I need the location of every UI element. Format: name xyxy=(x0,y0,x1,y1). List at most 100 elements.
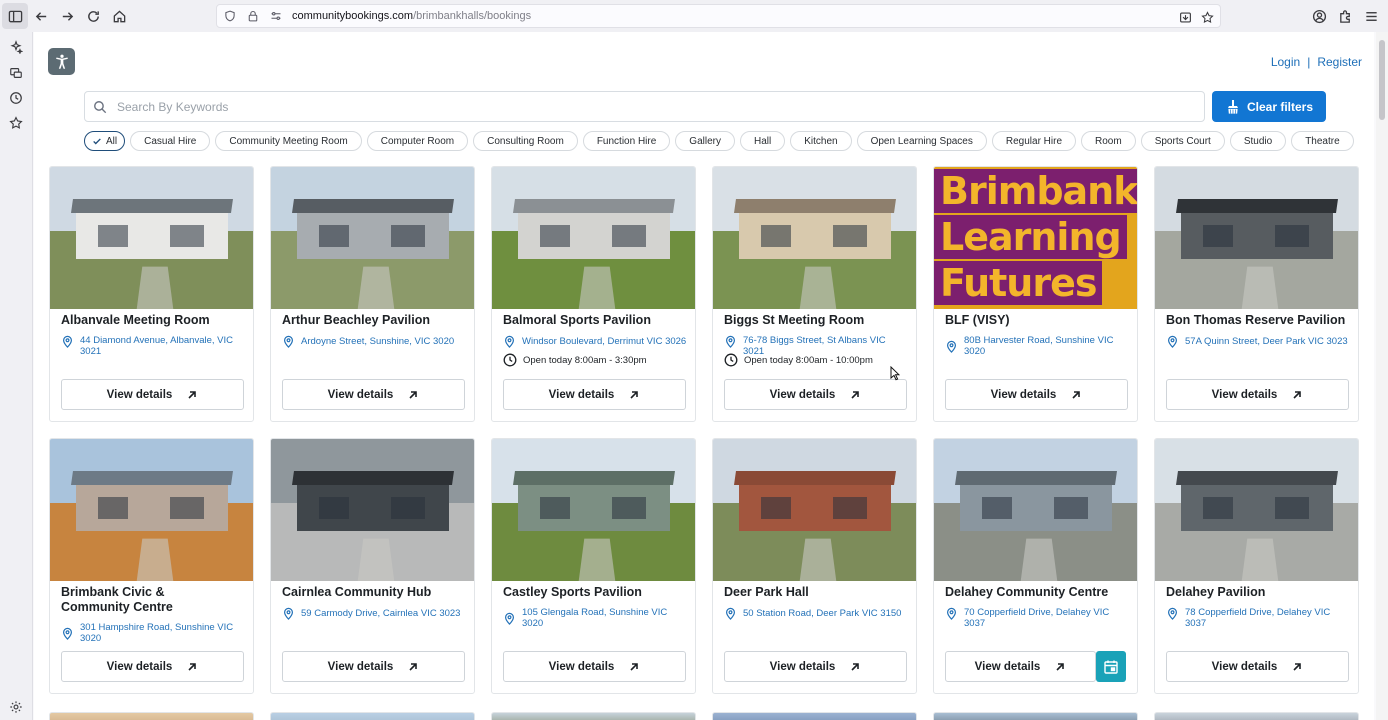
synced-tabs-icon[interactable] xyxy=(4,61,28,85)
view-details-button[interactable]: View details xyxy=(1166,651,1349,682)
filter-chip[interactable]: Community Meeting Room xyxy=(215,131,362,151)
venue-address[interactable]: 70 Copperfield Drive, Delahey VIC 3037 xyxy=(945,607,1130,629)
venue-name[interactable]: Delahey Pavilion xyxy=(1166,585,1351,600)
venue-name[interactable]: Delahey Community Centre xyxy=(945,585,1130,600)
venue-card-partial[interactable] xyxy=(491,712,696,720)
venue-address[interactable]: 301 Hampshire Road, Sunshine VIC 3020 xyxy=(61,622,246,644)
venue-card-partial[interactable] xyxy=(49,712,254,720)
sidebar-toggle-icon[interactable] xyxy=(2,3,28,29)
venue-address[interactable]: 50 Station Road, Deer Park VIC 3150 xyxy=(724,607,909,620)
venue-photo[interactable] xyxy=(271,439,474,581)
venue-card-partial[interactable] xyxy=(712,712,917,720)
venue-name[interactable]: BLF (VISY) xyxy=(945,313,1130,328)
scrollbar-thumb[interactable] xyxy=(1379,40,1385,120)
venue-name[interactable]: Brimbank Civic & Community Centre xyxy=(61,585,236,615)
venue-address[interactable]: 80B Harvester Road, Sunshine VIC 3020 xyxy=(945,335,1130,357)
filter-chip[interactable]: Kitchen xyxy=(790,131,852,151)
filter-chip[interactable]: Casual Hire xyxy=(130,131,211,151)
view-details-button[interactable]: View details xyxy=(945,651,1096,682)
reader-view-icon[interactable] xyxy=(1176,8,1194,26)
menu-icon[interactable] xyxy=(1358,3,1384,29)
venue-address[interactable]: 78 Copperfield Drive, Delahey VIC 3037 xyxy=(1166,607,1351,629)
venue-photo[interactable] xyxy=(1155,167,1358,309)
venue-card[interactable]: Deer Park Hall 50 Station Road, Deer Park… xyxy=(712,438,917,694)
venue-card[interactable]: Arthur Beachley Pavilion Ardoyne Street, … xyxy=(270,166,475,422)
venue-name[interactable]: Castley Sports Pavilion xyxy=(503,585,688,600)
venue-name[interactable]: Deer Park Hall xyxy=(724,585,909,600)
venue-address[interactable]: 59 Carmody Drive, Cairnlea VIC 3023 xyxy=(282,607,467,620)
view-details-button[interactable]: View details xyxy=(61,651,244,682)
view-details-button[interactable]: View details xyxy=(282,379,465,410)
venue-address[interactable]: 105 Glengala Road, Sunshine VIC 3020 xyxy=(503,607,688,629)
venue-card[interactable]: Brimbank Learning Futures BLF (VISY) 80B Har… xyxy=(933,166,1138,422)
venue-photo[interactable] xyxy=(713,167,916,309)
url-bar[interactable]: communitybookings.com/brimbankhalls/book… xyxy=(216,4,1221,28)
venue-photo[interactable] xyxy=(50,167,253,309)
venue-card[interactable]: Bon Thomas Reserve Pavilion 57A Quinn Str… xyxy=(1154,166,1359,422)
venue-photo[interactable] xyxy=(50,439,253,581)
filter-chip[interactable]: Open Learning Spaces xyxy=(856,131,987,151)
venue-name[interactable]: Balmoral Sports Pavilion xyxy=(503,313,688,328)
venue-address[interactable]: 44 Diamond Avenue, Albanvale, VIC 3021 xyxy=(61,335,246,357)
filter-chip[interactable]: Hall xyxy=(739,131,786,151)
view-details-button[interactable]: View details xyxy=(503,651,686,682)
view-details-button[interactable]: View details xyxy=(1166,379,1349,410)
venue-card[interactable]: Biggs St Meeting Room 76-78 Biggs Street,… xyxy=(712,166,917,422)
venue-address[interactable]: Ardoyne Street, Sunshine, VIC 3020 xyxy=(282,335,467,348)
venue-name[interactable]: Cairnlea Community Hub xyxy=(282,585,467,600)
view-details-button[interactable]: View details xyxy=(724,379,907,410)
venue-card[interactable]: Albanvale Meeting Room 44 Diamond Avenue,… xyxy=(49,166,254,422)
forward-icon[interactable] xyxy=(54,3,80,29)
login-link[interactable]: Login xyxy=(1271,55,1300,69)
view-details-button[interactable]: View details xyxy=(503,379,686,410)
venue-address[interactable]: Windsor Boulevard, Derrimut VIC 3026 xyxy=(503,335,688,348)
venue-photo[interactable] xyxy=(934,439,1137,581)
filter-chip[interactable]: Studio xyxy=(1229,131,1287,151)
home-icon[interactable] xyxy=(106,3,132,29)
filter-chip-all[interactable]: All xyxy=(84,131,126,151)
ai-chat-icon[interactable] xyxy=(4,35,28,59)
venue-card[interactable]: Castley Sports Pavilion 105 Glengala Road… xyxy=(491,438,696,694)
customize-sidebar-icon[interactable] xyxy=(4,695,28,719)
page-scrollbar[interactable] xyxy=(1376,32,1388,720)
accessibility-button[interactable] xyxy=(48,48,75,75)
venue-card-partial[interactable] xyxy=(933,712,1138,720)
venue-photo[interactable] xyxy=(713,439,916,581)
view-details-button[interactable]: View details xyxy=(945,379,1128,410)
venue-name[interactable]: Biggs St Meeting Room xyxy=(724,313,909,328)
venue-photo[interactable] xyxy=(492,439,695,581)
calendar-button[interactable] xyxy=(1096,651,1126,682)
extensions-icon[interactable] xyxy=(1332,3,1358,29)
filter-chip[interactable]: Room xyxy=(1081,131,1136,151)
venue-card[interactable]: Delahey Community Centre 70 Copperfield D… xyxy=(933,438,1138,694)
venue-card[interactable]: Delahey Pavilion 78 Copperfield Drive, De… xyxy=(1154,438,1359,694)
permissions-icon[interactable] xyxy=(269,9,283,23)
venue-photo[interactable] xyxy=(492,167,695,309)
venue-photo[interactable]: Brimbank Learning Futures xyxy=(934,167,1137,309)
venue-card[interactable]: Cairnlea Community Hub 59 Carmody Drive, … xyxy=(270,438,475,694)
venue-card[interactable]: Balmoral Sports Pavilion Windsor Boulevar… xyxy=(491,166,696,422)
history-icon[interactable] xyxy=(4,86,28,110)
clear-filters-button[interactable]: Clear filters xyxy=(1212,91,1326,122)
view-details-button[interactable]: View details xyxy=(282,651,465,682)
venue-photo[interactable] xyxy=(271,167,474,309)
filter-chip[interactable]: Consulting Room xyxy=(473,131,578,151)
reload-icon[interactable] xyxy=(80,3,106,29)
bookmarks-icon[interactable] xyxy=(4,111,28,135)
venue-name[interactable]: Albanvale Meeting Room xyxy=(61,313,246,328)
account-icon[interactable] xyxy=(1306,3,1332,29)
filter-chip[interactable]: Computer Room xyxy=(366,131,469,151)
lock-icon[interactable] xyxy=(246,9,260,23)
venue-name[interactable]: Bon Thomas Reserve Pavilion xyxy=(1166,313,1351,328)
filter-chip[interactable]: Regular Hire xyxy=(991,131,1077,151)
search-input[interactable] xyxy=(117,99,1173,114)
filter-chip[interactable]: Sports Court xyxy=(1140,131,1225,151)
venue-card-partial[interactable] xyxy=(270,712,475,720)
register-link[interactable]: Register xyxy=(1317,55,1362,69)
venue-address[interactable]: 57A Quinn Street, Deer Park VIC 3023 xyxy=(1166,335,1351,348)
venue-photo[interactable] xyxy=(1155,439,1358,581)
view-details-button[interactable]: View details xyxy=(724,651,907,682)
filter-chip[interactable]: Theatre xyxy=(1291,131,1354,151)
venue-name[interactable]: Arthur Beachley Pavilion xyxy=(282,313,467,328)
filter-chip[interactable]: Function Hire xyxy=(582,131,671,151)
